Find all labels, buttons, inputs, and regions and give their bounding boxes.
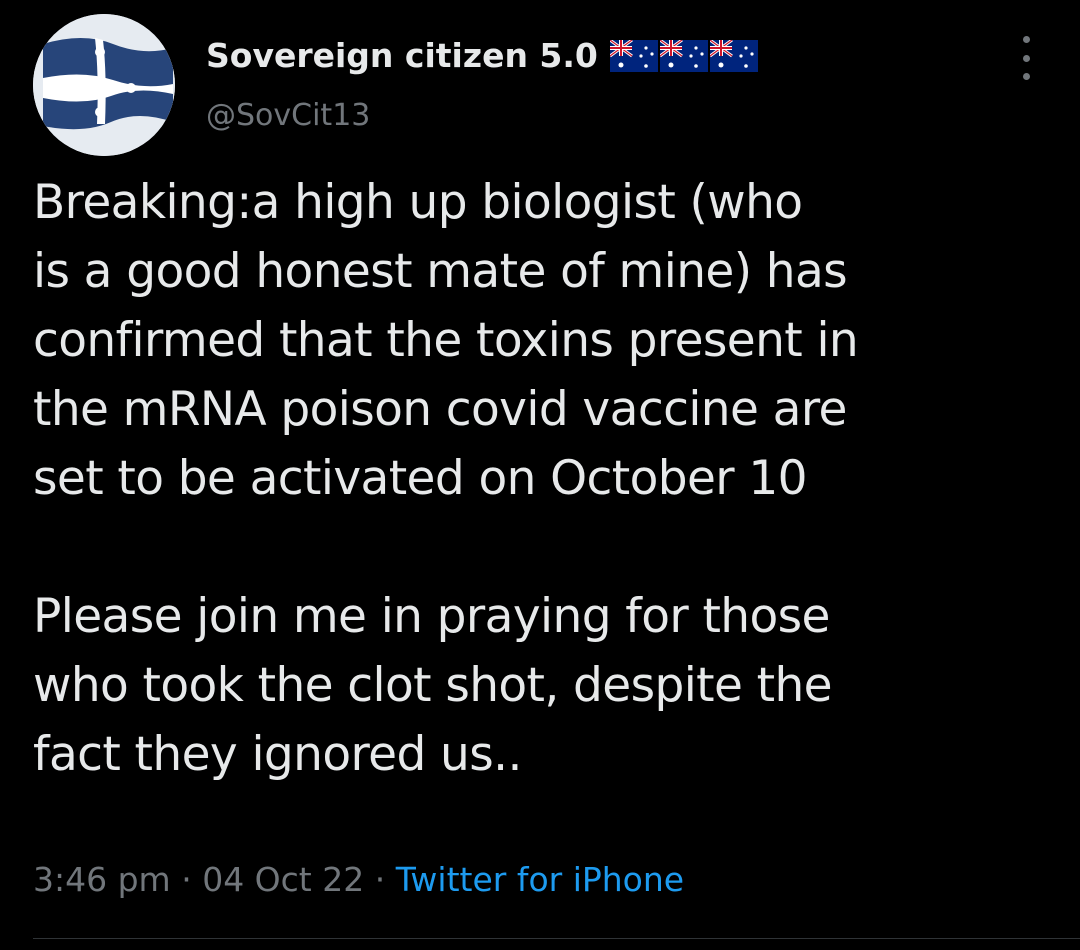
user-handle[interactable]: @SovCit13 (206, 98, 370, 133)
more-dot-icon (1022, 36, 1030, 43)
tweet-line: Please join me in praying for those (33, 589, 830, 644)
more-dot-icon (1022, 54, 1030, 62)
tweet-line: who took the clot shot, despite the (33, 658, 833, 713)
tweet-line: Breaking:a high up biologist (who (33, 175, 803, 230)
more-dot-icon (1022, 73, 1030, 80)
display-name[interactable]: Sovereign citizen 5.0 (206, 36, 758, 75)
name-badges (609, 39, 758, 72)
more-options-button[interactable] (1008, 36, 1044, 80)
tweet-metadata: 3:46 pm · 04 Oct 22 · Twitter for iPhone (33, 860, 684, 899)
tweet-source-link[interactable]: Twitter for iPhone (396, 860, 684, 899)
eureka-flag-avatar-icon (33, 14, 175, 156)
tweet-line: fact they ignored us.. (33, 727, 522, 782)
divider (33, 938, 1080, 939)
avatar[interactable] (33, 14, 175, 156)
display-name-text: Sovereign citizen 5.0 (206, 36, 598, 75)
tweet-line: set to be activated on October 10 (33, 451, 808, 506)
australia-flag-icon (709, 39, 758, 72)
tweet-date[interactable]: 04 Oct 22 (202, 860, 364, 899)
tweet-line: is a good honest mate of mine) has (33, 244, 848, 299)
australia-flag-icon (609, 39, 658, 72)
australia-flag-icon (659, 39, 708, 72)
tweet-time[interactable]: 3:46 pm (33, 860, 171, 899)
tweet-line: the mRNA poison covid vaccine are (33, 382, 847, 437)
meta-separator: · (374, 860, 386, 899)
meta-separator: · (181, 860, 192, 899)
tweet: Sovereign citizen 5.0 @SovCit13 Breaking… (0, 0, 1080, 950)
tweet-line: confirmed that the toxins present in (33, 313, 859, 368)
tweet-text: Breaking:a high up biologist (who is a g… (33, 168, 1043, 789)
